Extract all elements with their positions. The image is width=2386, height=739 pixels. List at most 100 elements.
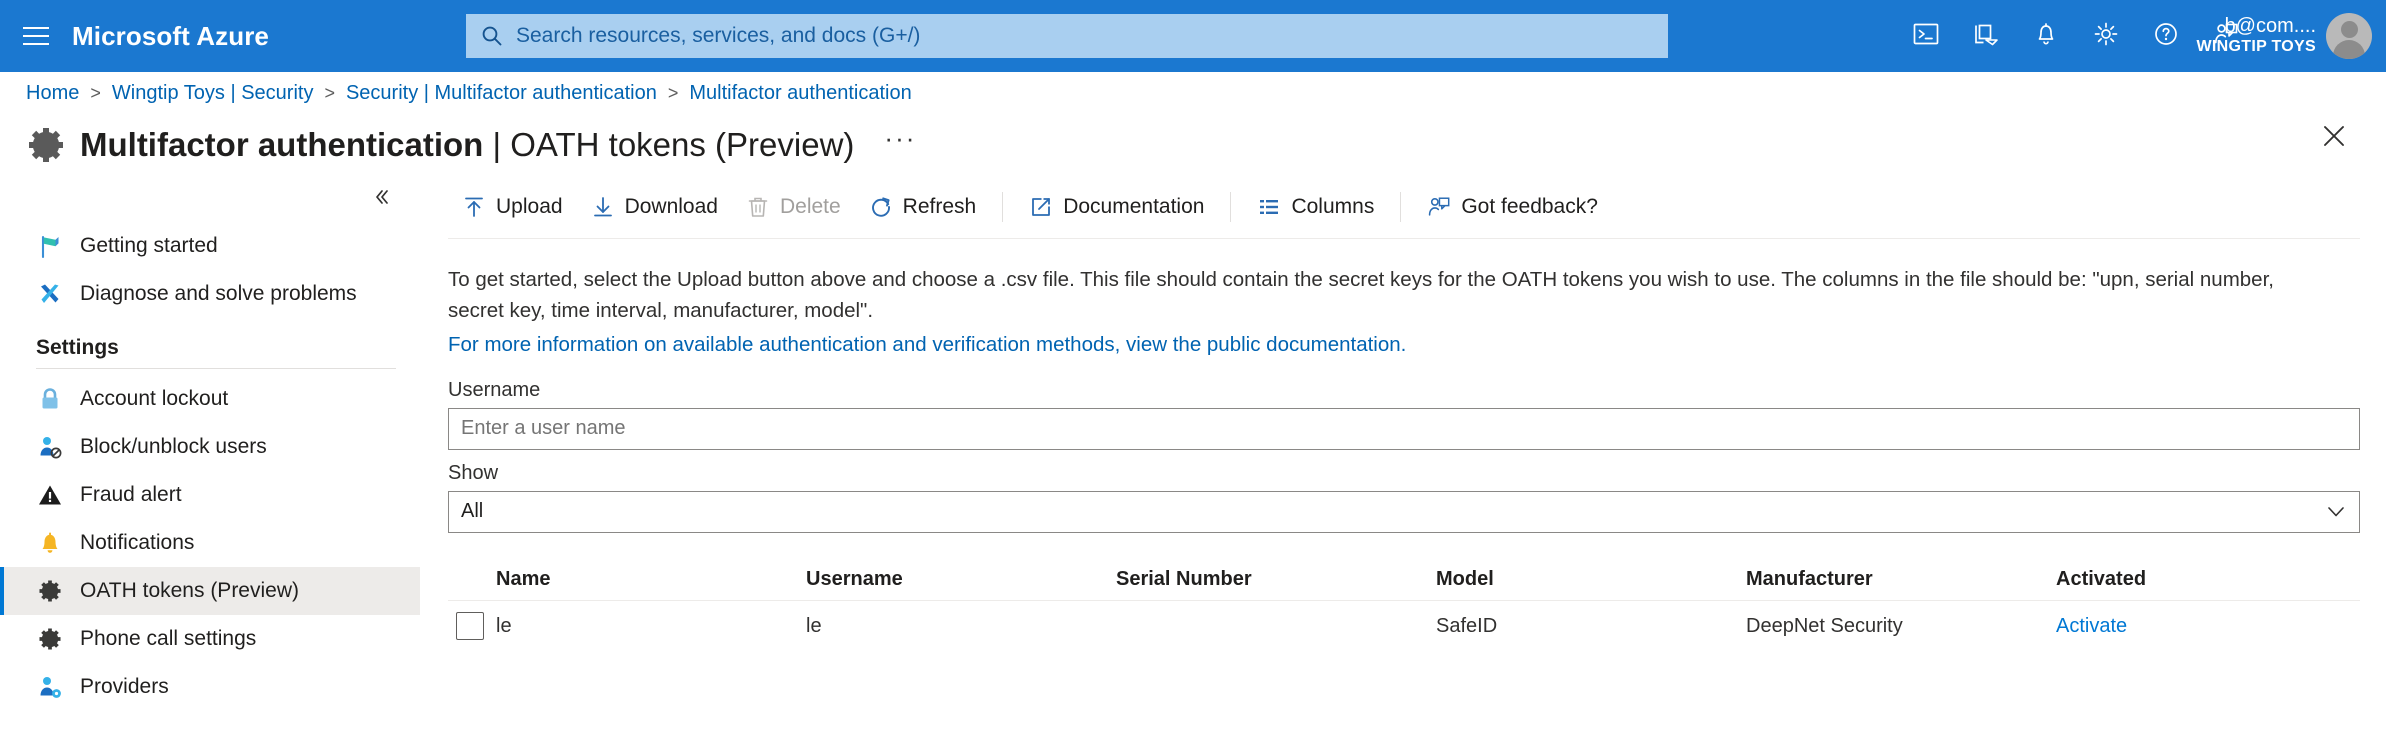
- column-header-name[interactable]: Name: [496, 568, 806, 591]
- columns-button[interactable]: Columns: [1243, 184, 1388, 230]
- column-header-serial-number[interactable]: Serial Number: [1116, 568, 1436, 591]
- delete-label: Delete: [780, 195, 841, 219]
- page-title-main: Multifactor authentication: [80, 126, 483, 163]
- show-filter-dropdown[interactable]: All: [448, 491, 2360, 533]
- table-row[interactable]: le le SafeID DeepNet Security Activate: [448, 601, 2360, 653]
- flag-icon: [36, 232, 64, 260]
- delete-button: Delete: [732, 184, 855, 230]
- cloud-shell-icon: [1913, 21, 1939, 52]
- nav-collapse-row: [0, 176, 420, 222]
- breadcrumb-item-mfa[interactable]: Multifactor authentication: [689, 82, 911, 105]
- row-checkbox[interactable]: [456, 612, 484, 640]
- sidebar-item-block-unblock-users[interactable]: Block/unblock users: [0, 423, 420, 471]
- breadcrumb-item-security-mfa[interactable]: Security | Multifactor authentication: [346, 82, 657, 105]
- column-header-username[interactable]: Username: [806, 568, 1116, 591]
- user-block-icon: [36, 433, 64, 461]
- page-more-menu-button[interactable]: ···: [876, 123, 924, 168]
- show-filter-value[interactable]: All: [448, 491, 2360, 533]
- close-icon: [2322, 124, 2346, 153]
- download-label: Download: [625, 195, 718, 219]
- help-question-icon: [2153, 21, 2179, 52]
- sidebar-item-label: Providers: [80, 675, 169, 699]
- blade-body: Getting started Diagnose and solve probl…: [0, 176, 2386, 732]
- account-menu-button[interactable]: b@com.... WINGTIP TOYS: [2197, 0, 2386, 72]
- page-title-row: Multifactor authentication | OATH tokens…: [0, 114, 2386, 176]
- wrench-screwdriver-icon: [36, 280, 64, 308]
- page-title: Multifactor authentication | OATH tokens…: [80, 126, 854, 164]
- close-blade-button[interactable]: [2312, 116, 2356, 160]
- sidebar-item-fraud-alert[interactable]: Fraud alert: [0, 471, 420, 519]
- sidebar-item-getting-started[interactable]: Getting started: [0, 222, 420, 270]
- username-input[interactable]: [448, 408, 2360, 450]
- breadcrumb-item-home[interactable]: Home: [26, 82, 79, 105]
- refresh-label: Refresh: [903, 195, 977, 219]
- global-search-box[interactable]: [466, 14, 1668, 58]
- account-email: b@com....: [2197, 15, 2316, 38]
- row-select-cell: [448, 612, 496, 640]
- notifications-bell-icon: [2034, 21, 2058, 52]
- oath-tokens-table: Name Username Serial Number Model Manufa…: [448, 559, 2360, 653]
- cell-name: le: [496, 615, 806, 638]
- settings-gear-icon: [2093, 21, 2119, 52]
- sidebar-item-oath-tokens-preview[interactable]: OATH tokens (Preview): [0, 567, 420, 615]
- gear-icon: [36, 625, 64, 653]
- settings-button[interactable]: [2076, 0, 2136, 72]
- sidebar-item-diagnose-and-solve-problems[interactable]: Diagnose and solve problems: [0, 270, 420, 318]
- page-title-separator: |: [493, 126, 502, 163]
- got-feedback-label: Got feedback?: [1461, 195, 1598, 219]
- download-icon: [591, 195, 615, 219]
- activate-link[interactable]: Activate: [2056, 615, 2360, 638]
- sidebar-item-notifications[interactable]: Notifications: [0, 519, 420, 567]
- avatar[interactable]: [2326, 13, 2372, 59]
- breadcrumb: Home > Wingtip Toys | Security > Securit…: [0, 72, 2386, 114]
- notifications-button[interactable]: [2016, 0, 2076, 72]
- column-header-model[interactable]: Model: [1436, 568, 1746, 591]
- sidebar-item-phone-call-settings[interactable]: Phone call settings: [0, 615, 420, 663]
- columns-icon: [1257, 195, 1281, 219]
- column-header-manufacturer[interactable]: Manufacturer: [1746, 568, 2056, 591]
- breadcrumb-separator: >: [79, 83, 112, 104]
- azure-brand-link[interactable]: Microsoft Azure: [72, 21, 289, 52]
- column-header-activated[interactable]: Activated: [2056, 568, 2360, 591]
- sidebar-item-label: Account lockout: [80, 387, 228, 411]
- azure-top-header: Microsoft Azure: [0, 0, 2386, 72]
- refresh-button[interactable]: Refresh: [855, 184, 991, 230]
- sidebar-item-label: Phone call settings: [80, 627, 256, 651]
- show-field-label: Show: [426, 450, 2360, 491]
- cell-model: SafeID: [1436, 615, 1746, 638]
- breadcrumb-item-wingtip-security[interactable]: Wingtip Toys | Security: [112, 82, 314, 105]
- instructions-paragraph: To get started, select the Upload button…: [426, 239, 2326, 327]
- documentation-button[interactable]: Documentation: [1015, 184, 1218, 230]
- open-external-icon: [1029, 195, 1053, 219]
- upload-button[interactable]: Upload: [448, 184, 577, 230]
- trash-icon: [746, 195, 770, 219]
- gear-icon: [36, 577, 64, 605]
- collapse-nav-button[interactable]: [366, 181, 398, 218]
- warning-triangle-icon: [36, 481, 64, 509]
- upload-icon: [462, 195, 486, 219]
- account-directory: WINGTIP TOYS: [2197, 38, 2316, 56]
- cloud-shell-button[interactable]: [1896, 0, 1956, 72]
- upload-label: Upload: [496, 195, 563, 219]
- directories-subscriptions-button[interactable]: [1956, 0, 2016, 72]
- got-feedback-button[interactable]: Got feedback?: [1413, 184, 1612, 230]
- command-separator: [1230, 192, 1231, 222]
- command-separator: [1400, 192, 1401, 222]
- blade-left-navigation: Getting started Diagnose and solve probl…: [0, 176, 420, 732]
- account-text-block: b@com.... WINGTIP TOYS: [2197, 15, 2316, 56]
- columns-label: Columns: [1291, 195, 1374, 219]
- sidebar-item-label: Getting started: [80, 234, 218, 258]
- public-documentation-link[interactable]: For more information on available authen…: [426, 327, 2360, 357]
- sidebar-group-settings: Settings: [0, 318, 420, 368]
- help-button[interactable]: [2136, 0, 2196, 72]
- breadcrumb-separator: >: [313, 83, 346, 104]
- sidebar-item-providers[interactable]: Providers: [0, 663, 420, 711]
- bell-icon: [36, 529, 64, 557]
- download-button[interactable]: Download: [577, 184, 732, 230]
- hamburger-menu-button[interactable]: [0, 0, 72, 72]
- username-field-label: Username: [426, 357, 2360, 408]
- directories-subscriptions-icon: [1973, 21, 1999, 52]
- blade-content: Upload Download: [420, 176, 2386, 732]
- search-input[interactable]: [514, 23, 1654, 49]
- sidebar-item-account-lockout[interactable]: Account lockout: [0, 375, 420, 423]
